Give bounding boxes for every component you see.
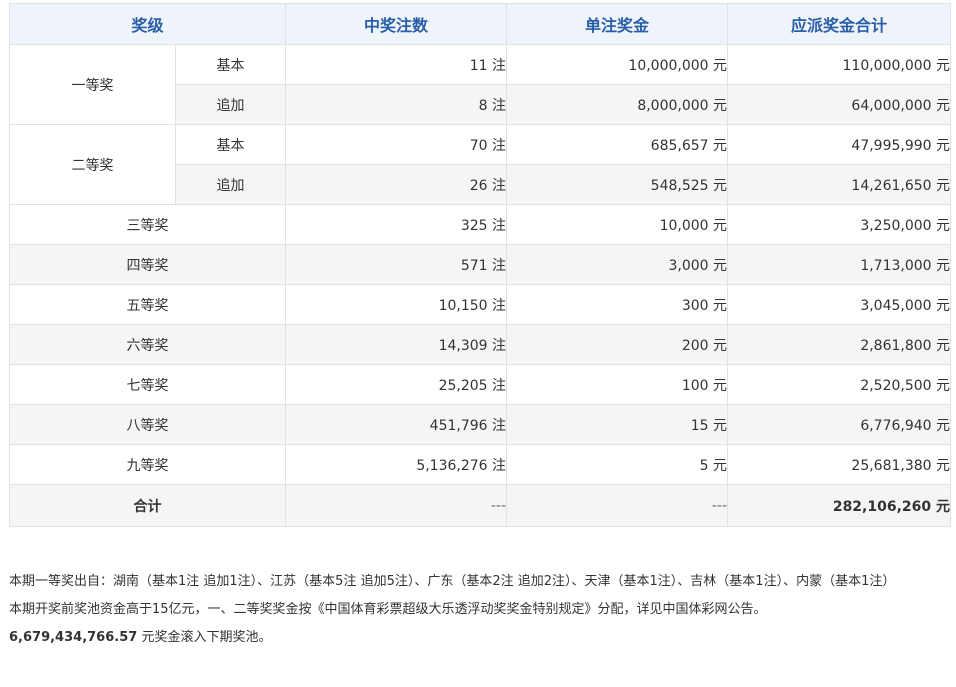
total-cell: 3,045,000 元 — [727, 284, 952, 325]
level-cell: 二等奖 — [9, 124, 176, 205]
total-cell: 2,520,500 元 — [727, 364, 952, 405]
level-cell: 五等奖 — [8, 284, 287, 325]
total-cell: 1,713,000 元 — [727, 244, 952, 285]
level-cell: 六等奖 — [8, 324, 287, 365]
table-header-row: 奖级 中奖注数 单注奖金 应派奖金合计 — [8, 3, 952, 45]
total-cell: 14,261,650 元 — [727, 164, 952, 205]
header-per-bet: 单注奖金 — [506, 3, 729, 45]
level-cell: 九等奖 — [8, 444, 287, 485]
per-bet-cell: 3,000 元 — [506, 244, 729, 285]
winners-cell: 571 注 — [285, 244, 508, 285]
table-row: 六等奖 14,309 注 200 元 2,861,800 元 — [8, 324, 952, 365]
per-bet-cell: 200 元 — [506, 324, 729, 365]
prize-rule-note: 本期开奖前奖池资金高于15亿元，一、二等奖奖金按《中国体育彩票超级大乐透浮动奖奖… — [9, 602, 767, 617]
level-cell: 一等奖 — [9, 44, 176, 125]
total-cell: 3,250,000 元 — [727, 204, 952, 245]
per-bet-cell: 10,000,000 元 — [506, 44, 729, 85]
header-level: 奖级 — [8, 3, 287, 45]
total-cell: 25,681,380 元 — [727, 444, 952, 485]
table-row: 二等奖 基本 70 注 685,657 元 47,995,990 元 — [9, 124, 952, 205]
table-row: 九等奖 5,136,276 注 5 元 25,681,380 元 — [8, 444, 952, 485]
grand-total-cell: 282,106,260 元 — [727, 484, 952, 527]
table-row: 一等奖 基本 11 注 10,000,000 元 110,000,000 元 — [9, 44, 952, 125]
per-bet-cell: 100 元 — [506, 364, 729, 405]
level-cell: 三等奖 — [8, 204, 287, 245]
table-row: 七等奖 25,205 注 100 元 2,520,500 元 — [8, 364, 952, 405]
table-row: 三等奖 325 注 10,000 元 3,250,000 元 — [8, 204, 952, 245]
total-cell: 110,000,000 元 — [727, 44, 952, 85]
sub-level-cell: 基本 — [174, 44, 287, 85]
total-cell: 64,000,000 元 — [727, 84, 952, 125]
total-per-bet-cell: --- — [506, 484, 729, 527]
total-cell: 6,776,940 元 — [727, 404, 952, 445]
per-bet-cell: 300 元 — [506, 284, 729, 325]
rollover-amount: 6,679,434,766.57 — [9, 630, 138, 645]
total-cell: 47,995,990 元 — [727, 124, 952, 165]
table-row: 五等奖 10,150 注 300 元 3,045,000 元 — [8, 284, 952, 325]
winners-cell: 8 注 — [285, 84, 508, 125]
table-row: 八等奖 451,796 注 15 元 6,776,940 元 — [8, 404, 952, 445]
per-bet-cell: 548,525 元 — [506, 164, 729, 205]
winners-cell: 25,205 注 — [285, 364, 508, 405]
per-bet-cell: 15 元 — [506, 404, 729, 445]
header-total: 应派奖金合计 — [727, 3, 952, 45]
total-winners-cell: --- — [285, 484, 508, 527]
level-cell: 四等奖 — [8, 244, 287, 285]
winners-cell: 451,796 注 — [285, 404, 508, 445]
per-bet-cell: 5 元 — [506, 444, 729, 485]
level-cell: 八等奖 — [8, 404, 287, 445]
winners-cell: 5,136,276 注 — [285, 444, 508, 485]
total-label: 合计 — [8, 484, 287, 527]
table-row: 四等奖 571 注 3,000 元 1,713,000 元 — [8, 244, 952, 285]
draw-notes: 本期一等奖出自：湖南（基本1注 追加1注）、江苏（基本5注 追加5注）、广东（基… — [9, 568, 950, 652]
level-cell: 七等奖 — [8, 364, 287, 405]
rollover-note: 6,679,434,766.57 元奖金滚入下期奖池。 — [9, 624, 950, 652]
winners-cell: 70 注 — [285, 124, 508, 165]
winners-cell: 26 注 — [285, 164, 508, 205]
rollover-text: 元奖金滚入下期奖池。 — [137, 630, 272, 645]
total-row: 合计 --- --- 282,106,260 元 — [8, 484, 952, 527]
prize-table: 奖级 中奖注数 单注奖金 应派奖金合计 一等奖 基本 11 注 10,000,0… — [8, 3, 952, 527]
per-bet-cell: 8,000,000 元 — [506, 84, 729, 125]
winners-cell: 10,150 注 — [285, 284, 508, 325]
sub-level-cell: 追加 — [174, 84, 287, 125]
sub-level-cell: 基本 — [174, 124, 287, 165]
sub-level-cell: 追加 — [174, 164, 287, 205]
per-bet-cell: 685,657 元 — [506, 124, 729, 165]
per-bet-cell: 10,000 元 — [506, 204, 729, 245]
first-prize-origin-note: 本期一等奖出自：湖南（基本1注 追加1注）、江苏（基本5注 追加5注）、广东（基… — [9, 574, 896, 589]
winners-cell: 14,309 注 — [285, 324, 508, 365]
total-cell: 2,861,800 元 — [727, 324, 952, 365]
header-winners: 中奖注数 — [285, 3, 508, 45]
winners-cell: 325 注 — [285, 204, 508, 245]
winners-cell: 11 注 — [285, 44, 508, 85]
